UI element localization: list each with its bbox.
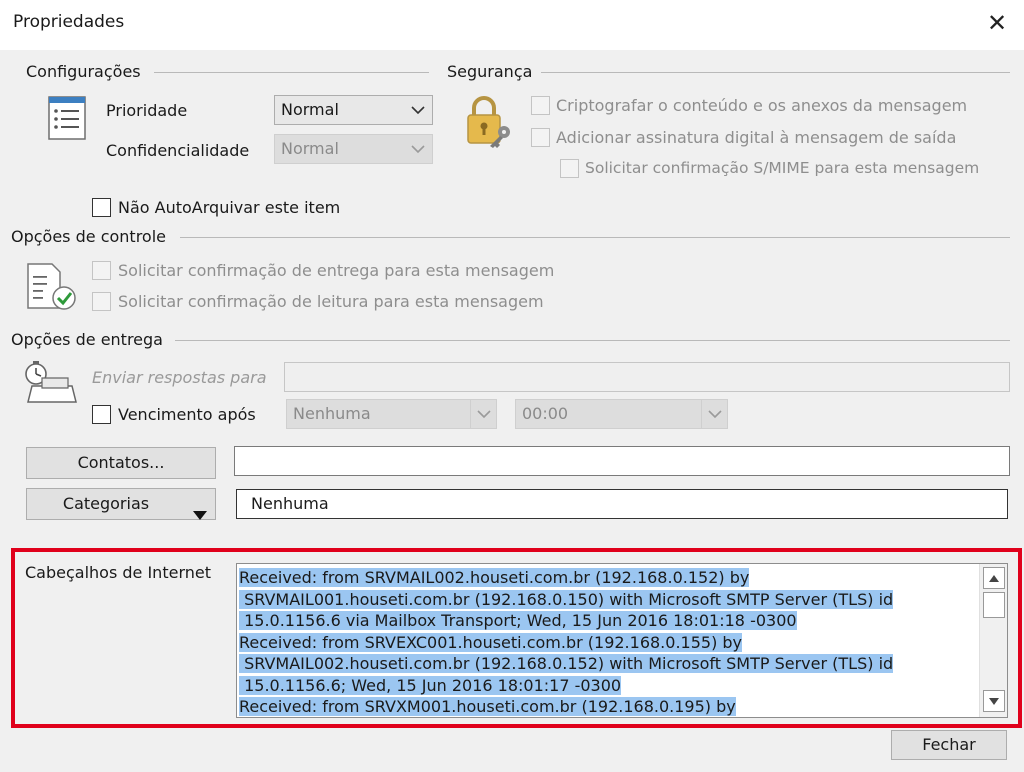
- title-bar: [0, 0, 1024, 50]
- expires-time-select[interactable]: 00:00: [515, 399, 728, 429]
- delivery-timer-icon: [22, 360, 78, 406]
- expires-label: Vencimento após: [118, 405, 256, 424]
- priority-label-text: Prioridade: [106, 101, 188, 120]
- reply-to-label: Enviar respostas para: [92, 368, 267, 387]
- settings-list-icon: [44, 95, 90, 141]
- lock-key-icon: [462, 92, 518, 148]
- tracking-checklist-icon: [24, 262, 78, 312]
- delivery-receipt-checkbox[interactable]: [92, 261, 111, 280]
- read-receipt-checkbox[interactable]: [92, 292, 111, 311]
- expires-checkbox[interactable]: [92, 405, 111, 424]
- confidentiality-label: Confidencialidade: [106, 141, 250, 160]
- security-divider: [541, 72, 1010, 73]
- close-icon[interactable]: ✕: [984, 8, 1010, 38]
- header-line: Received: from SRVXM001.houseti.com.br (…: [239, 697, 736, 716]
- confidentiality-value: Normal: [281, 139, 339, 158]
- tracking-heading: Opções de controle: [11, 227, 166, 246]
- chevron-down-icon: [701, 400, 727, 428]
- internet-headers-content: Received: from SRVMAIL002.houseti.com.br…: [239, 567, 977, 717]
- header-line: SRVMAIL002.houseti.com.br (192.168.0.152…: [239, 654, 894, 673]
- smime-receipt-label: Solicitar confirmação S/MIME para esta m…: [585, 159, 980, 177]
- chevron-down-icon: [408, 96, 428, 124]
- caret-down-icon: [193, 500, 207, 530]
- expires-date-value: Nenhuma: [293, 404, 371, 423]
- digital-signature-checkbox[interactable]: [531, 128, 550, 147]
- delivery-heading: Opções de entrega: [11, 330, 163, 349]
- contacts-input[interactable]: [234, 446, 1010, 476]
- confidentiality-select[interactable]: Normal: [274, 134, 433, 164]
- internet-headers-label: Cabeçalhos de Internet: [25, 563, 211, 582]
- encrypt-checkbox[interactable]: [531, 96, 550, 115]
- priority-label: Prioridade: [106, 101, 187, 120]
- no-autoarchive-label: Não AutoArquivar este item: [118, 198, 341, 217]
- chevron-down-icon: [408, 135, 428, 163]
- header-line: 15.0.1156.6 via Mailbox Transport; Wed, …: [239, 611, 797, 630]
- header-line: Received: from SRVMAIL002.houseti.com.br…: [239, 568, 750, 587]
- categories-button-label: Categorias: [62, 494, 150, 513]
- close-button[interactable]: Fechar: [891, 730, 1007, 760]
- internet-headers-textarea[interactable]: Received: from SRVMAIL002.houseti.com.br…: [236, 563, 1008, 718]
- delivery-receipt-label: Solicitar confirmação de entrega para es…: [118, 261, 555, 280]
- scroll-thumb[interactable]: [983, 592, 1005, 618]
- smime-receipt-checkbox[interactable]: [560, 159, 579, 178]
- settings-divider: [154, 72, 429, 73]
- header-line: Received: from SRVEXC001.houseti.com.br …: [239, 632, 743, 652]
- security-heading: Segurança: [447, 62, 533, 81]
- digital-signature-label: Adicionar assinatura digital à mensagem …: [556, 128, 957, 147]
- expires-time-value: 00:00: [522, 404, 569, 423]
- reply-to-input[interactable]: [284, 362, 1010, 392]
- settings-heading: Configurações: [26, 62, 141, 81]
- header-line: SRVMAIL001.houseti.com.br (192.168.0.150…: [239, 589, 894, 609]
- scroll-down-arrow-icon[interactable]: [983, 690, 1005, 712]
- encrypt-label: Criptografar o conteúdo e os anexos da m…: [556, 96, 968, 115]
- delivery-divider: [175, 340, 1010, 341]
- scroll-up-arrow-icon[interactable]: [983, 567, 1005, 589]
- header-line: 15.0.1156.6; Wed, 15 Jun 2016 18:01:17 -…: [239, 675, 622, 695]
- categories-button[interactable]: Categorias: [26, 488, 216, 520]
- contacts-button[interactable]: Contatos...: [26, 447, 216, 479]
- no-autoarchive-checkbox[interactable]: [92, 198, 111, 217]
- expires-date-select[interactable]: Nenhuma: [286, 399, 497, 429]
- priority-value: Normal: [281, 100, 339, 119]
- categories-input[interactable]: Nenhuma: [236, 489, 1008, 519]
- chevron-down-icon: [470, 400, 496, 428]
- headers-scrollbar[interactable]: [979, 564, 1007, 717]
- window-title: Propriedades: [13, 12, 125, 32]
- tracking-divider: [180, 237, 1010, 238]
- read-receipt-label: Solicitar confirmação de leitura para es…: [118, 292, 544, 311]
- priority-select[interactable]: Normal: [274, 95, 433, 125]
